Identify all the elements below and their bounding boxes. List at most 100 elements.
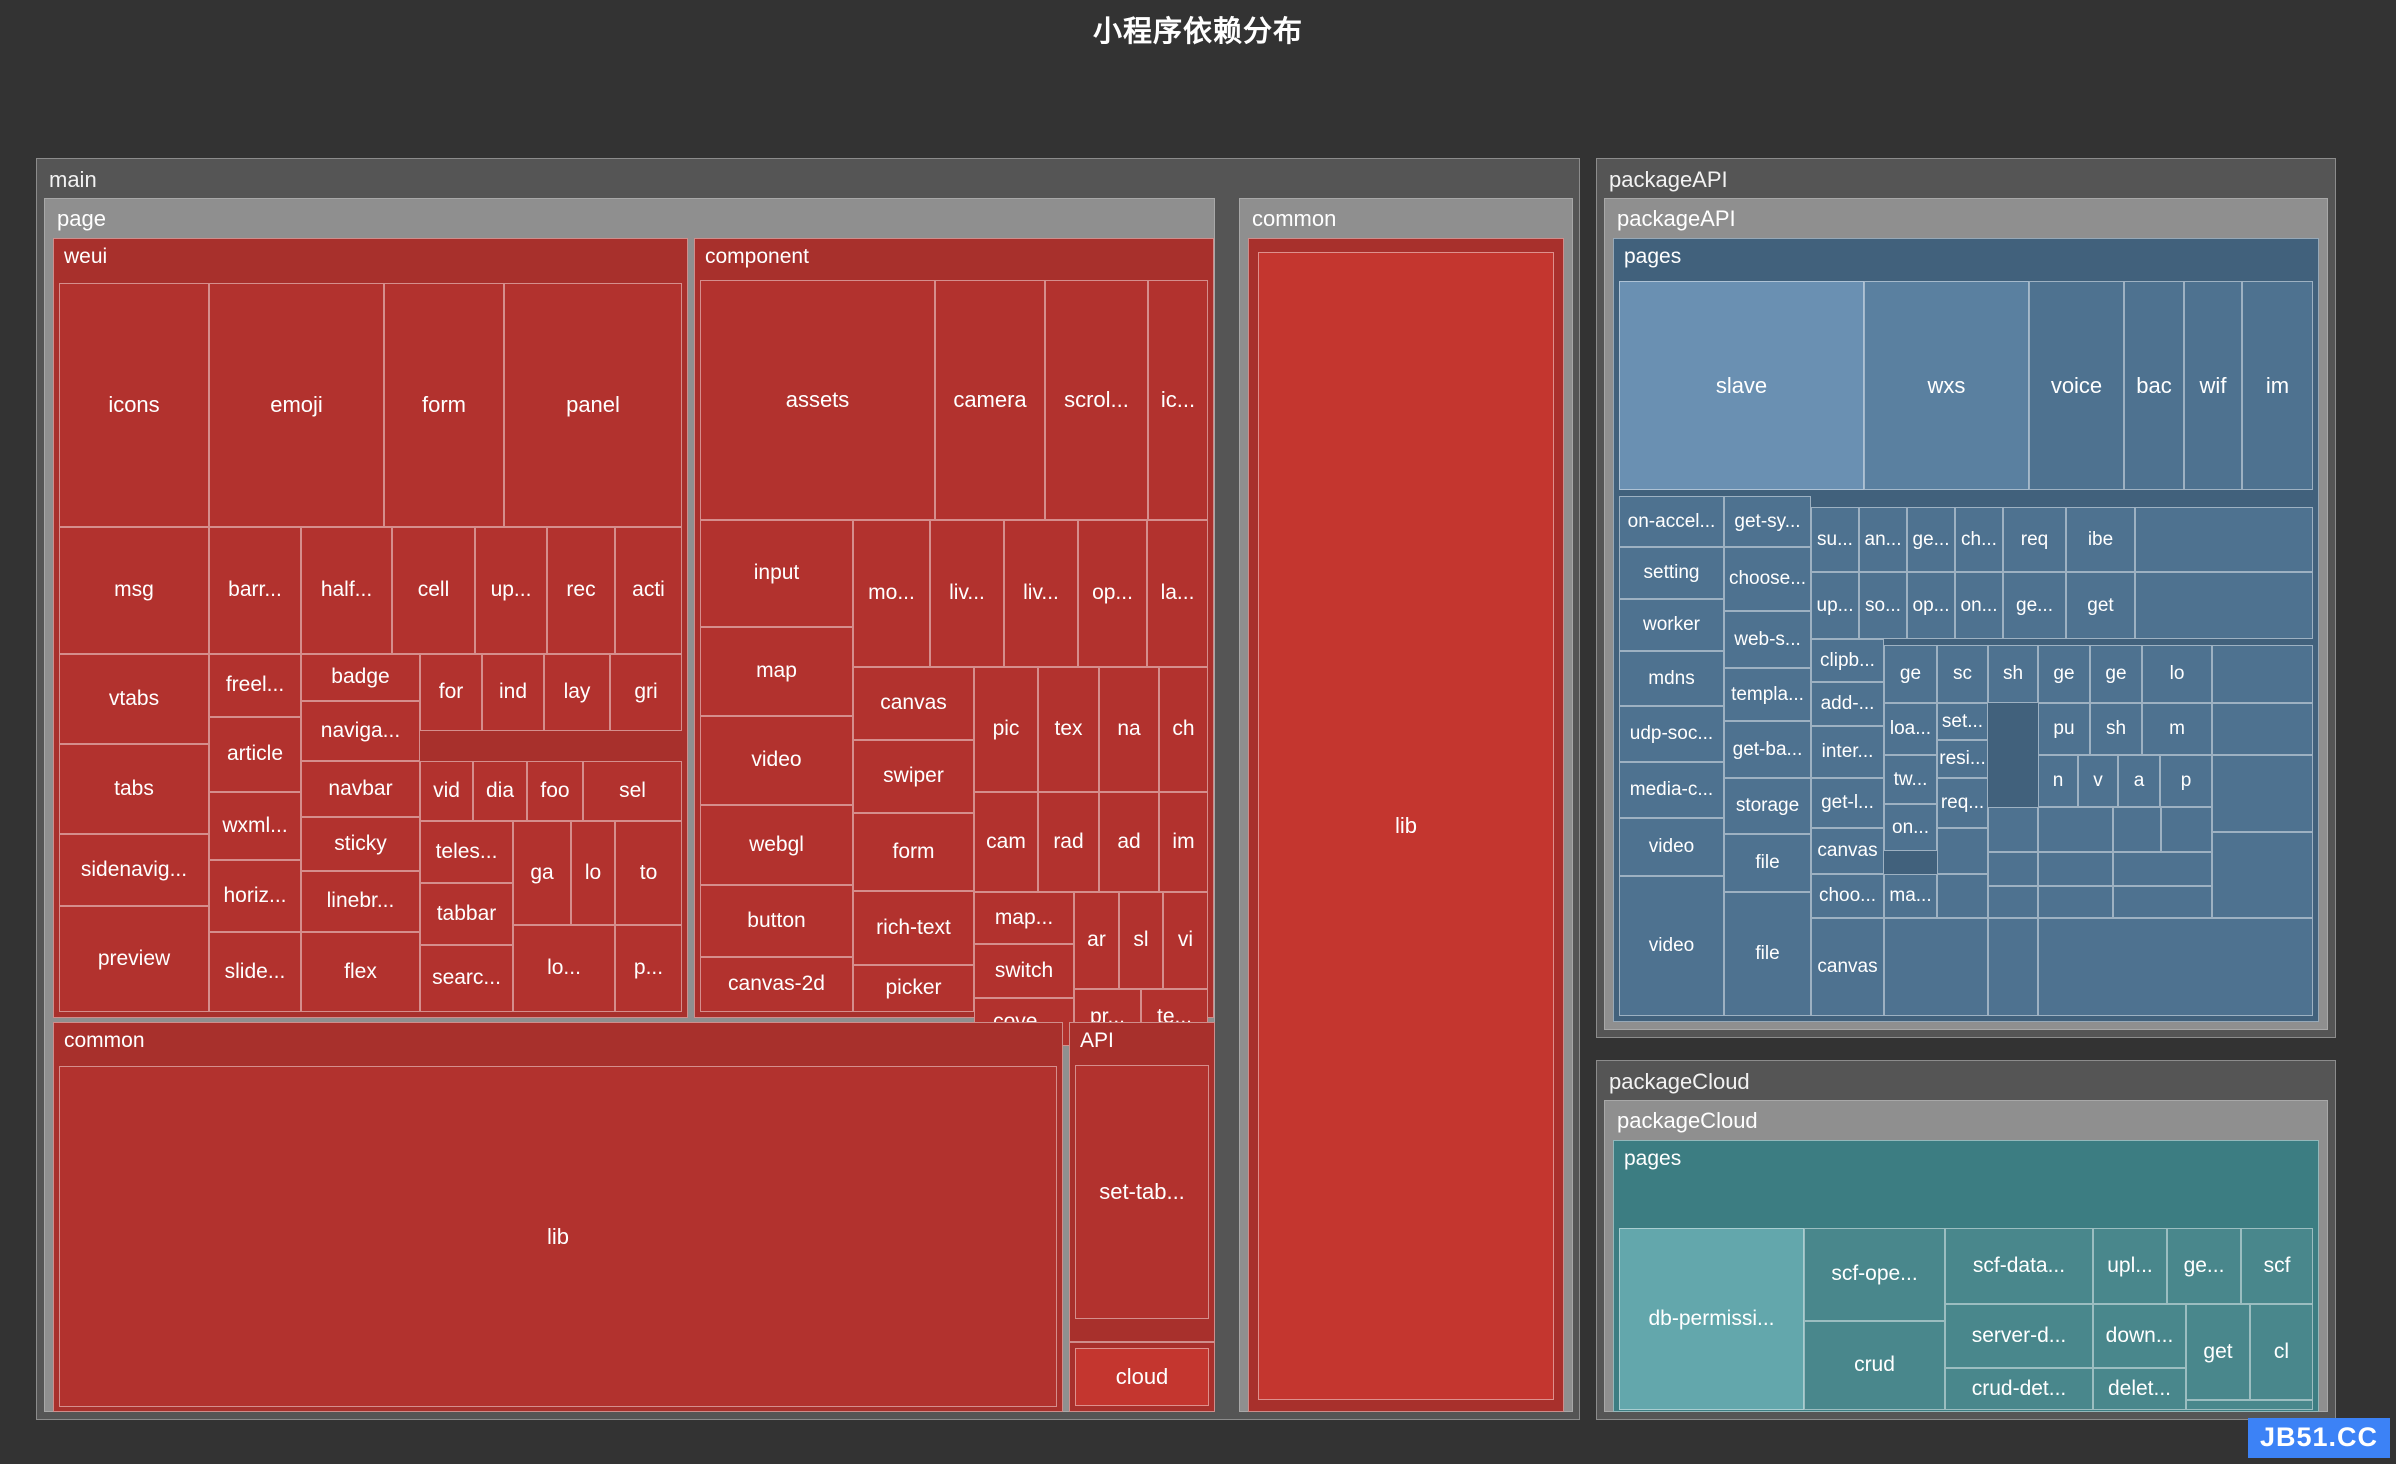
treemap-tile[interactable]: ar: [1074, 892, 1119, 989]
treemap-tile[interactable]: foo: [527, 761, 583, 821]
treemap-tile[interactable]: scf-ope...: [1804, 1228, 1945, 1321]
treemap-tile[interactable]: canvas: [853, 667, 974, 740]
treemap-tile[interactable]: resi...: [1937, 740, 1988, 778]
treemap-tile[interactable]: scf-data...: [1945, 1228, 2093, 1304]
treemap-tile[interactable]: setting: [1619, 547, 1724, 599]
treemap-tile[interactable]: an...: [1859, 507, 1907, 572]
treemap-tile[interactable]: cam: [974, 792, 1038, 892]
treemap-tile[interactable]: scrol...: [1045, 280, 1148, 520]
treemap-tile[interactable]: storage: [1724, 778, 1811, 834]
treemap-tile[interactable]: pu: [2038, 703, 2090, 755]
treemap-tile[interactable]: pic: [974, 667, 1038, 792]
treemap-tile[interactable]: [2212, 755, 2313, 832]
treemap-tile[interactable]: navbar: [301, 761, 420, 817]
treemap-tile[interactable]: worker: [1619, 599, 1724, 651]
treemap-tile[interactable]: ic...: [1148, 280, 1208, 520]
treemap-tile[interactable]: vid: [420, 761, 473, 821]
treemap-tile[interactable]: db-permissi...: [1619, 1228, 1804, 1410]
treemap-tile[interactable]: sh: [1988, 645, 2038, 703]
treemap-tile[interactable]: req...: [1937, 778, 1988, 828]
treemap-tile[interactable]: button: [700, 885, 853, 957]
treemap-tile[interactable]: lo: [2142, 645, 2212, 703]
treemap-tile[interactable]: set-tab...: [1075, 1065, 1209, 1319]
treemap-tile[interactable]: im: [2242, 281, 2313, 490]
treemap-tile[interactable]: preview: [59, 906, 209, 1012]
treemap-tile[interactable]: op...: [1078, 520, 1147, 667]
treemap-tile[interactable]: article: [209, 717, 301, 792]
treemap-tile[interactable]: [2212, 703, 2313, 755]
treemap-tile[interactable]: on-accel...: [1619, 496, 1724, 547]
treemap-tile[interactable]: rich-text: [853, 891, 974, 965]
treemap-tile[interactable]: ge: [2038, 645, 2090, 703]
treemap-tile[interactable]: loa...: [1884, 703, 1937, 755]
treemap-tile[interactable]: la...: [1147, 520, 1208, 667]
treemap-tile[interactable]: down...: [2093, 1304, 2186, 1368]
treemap-tile[interactable]: [2135, 507, 2313, 572]
treemap-tile[interactable]: panel: [504, 283, 682, 527]
treemap-tile[interactable]: crud: [1804, 1321, 1945, 1410]
treemap-tile[interactable]: voice: [2029, 281, 2124, 490]
treemap-tile[interactable]: choose...: [1724, 547, 1811, 611]
treemap-tile[interactable]: mo...: [853, 520, 930, 667]
treemap-tile[interactable]: na: [1099, 667, 1159, 792]
treemap-tile[interactable]: ad: [1099, 792, 1159, 892]
treemap-tile[interactable]: cloud: [1075, 1348, 1209, 1406]
treemap-tile[interactable]: [1988, 918, 2038, 1016]
treemap-tile[interactable]: p...: [615, 925, 682, 1012]
treemap-tile[interactable]: rec: [547, 527, 615, 654]
treemap-tile[interactable]: gri: [610, 654, 682, 731]
treemap-tile[interactable]: barr...: [209, 527, 301, 654]
treemap-tile[interactable]: slave: [1619, 281, 1864, 490]
treemap-tile[interactable]: map...: [974, 892, 1074, 944]
treemap-tile[interactable]: horiz...: [209, 860, 301, 932]
treemap-tile[interactable]: liv...: [1004, 520, 1078, 667]
treemap-tile[interactable]: ch: [1159, 667, 1208, 792]
treemap-tile[interactable]: mdns: [1619, 651, 1724, 706]
treemap-tile[interactable]: on...: [1955, 572, 2003, 639]
treemap-tile[interactable]: [2038, 852, 2113, 886]
treemap-tile[interactable]: [1988, 852, 2038, 886]
treemap-tile[interactable]: lib: [59, 1066, 1057, 1407]
treemap-tile[interactable]: p: [2160, 755, 2212, 807]
treemap-tile[interactable]: camera: [935, 280, 1045, 520]
treemap-tile[interactable]: video: [1619, 876, 1724, 1016]
treemap-tile[interactable]: im: [1159, 792, 1208, 892]
treemap-tile[interactable]: badge: [301, 654, 420, 701]
treemap-tile[interactable]: emoji: [209, 283, 384, 527]
treemap-tile[interactable]: [1937, 874, 1988, 918]
treemap-tile[interactable]: slide...: [209, 932, 301, 1012]
treemap-tile[interactable]: crud-det...: [1945, 1368, 2093, 1410]
treemap-tile[interactable]: ge...: [2003, 572, 2066, 639]
treemap-tile[interactable]: lay: [544, 654, 610, 731]
treemap-tile[interactable]: freel...: [209, 654, 301, 717]
treemap-tile[interactable]: [2186, 1400, 2313, 1410]
treemap-tile[interactable]: teles...: [420, 821, 513, 883]
treemap-tile[interactable]: searc...: [420, 945, 513, 1012]
treemap-tile[interactable]: web-s...: [1724, 611, 1811, 668]
treemap-tile[interactable]: video: [1619, 818, 1724, 876]
treemap-tile[interactable]: canvas: [1811, 918, 1884, 1016]
treemap-tile[interactable]: lo...: [513, 925, 615, 1012]
treemap-tile[interactable]: ge...: [2167, 1228, 2241, 1304]
treemap-tile[interactable]: [1988, 807, 2038, 852]
treemap-tile[interactable]: v: [2078, 755, 2118, 807]
treemap-tile[interactable]: req: [2003, 507, 2066, 572]
treemap-tile[interactable]: linebr...: [301, 871, 420, 932]
treemap-tile[interactable]: file: [1724, 834, 1811, 892]
treemap-tile[interactable]: templa...: [1724, 668, 1811, 721]
treemap-tile[interactable]: form: [853, 813, 974, 891]
treemap-tile[interactable]: switch: [974, 944, 1074, 998]
treemap-tile[interactable]: lo: [571, 821, 615, 925]
treemap-tile[interactable]: flex: [301, 932, 420, 1012]
treemap-tile[interactable]: ge...: [1907, 507, 1955, 572]
treemap-tile[interactable]: [2113, 807, 2161, 852]
treemap-tile[interactable]: map: [700, 627, 853, 716]
treemap-tile[interactable]: op...: [1907, 572, 1955, 639]
treemap-tile[interactable]: video: [700, 716, 853, 805]
treemap-tile[interactable]: ibe: [2066, 507, 2135, 572]
treemap-tile[interactable]: ma...: [1884, 874, 1937, 918]
treemap-tile[interactable]: input: [700, 520, 853, 627]
treemap-tile[interactable]: acti: [615, 527, 682, 654]
treemap-tile[interactable]: swiper: [853, 740, 974, 813]
treemap-tile[interactable]: ga: [513, 821, 571, 925]
